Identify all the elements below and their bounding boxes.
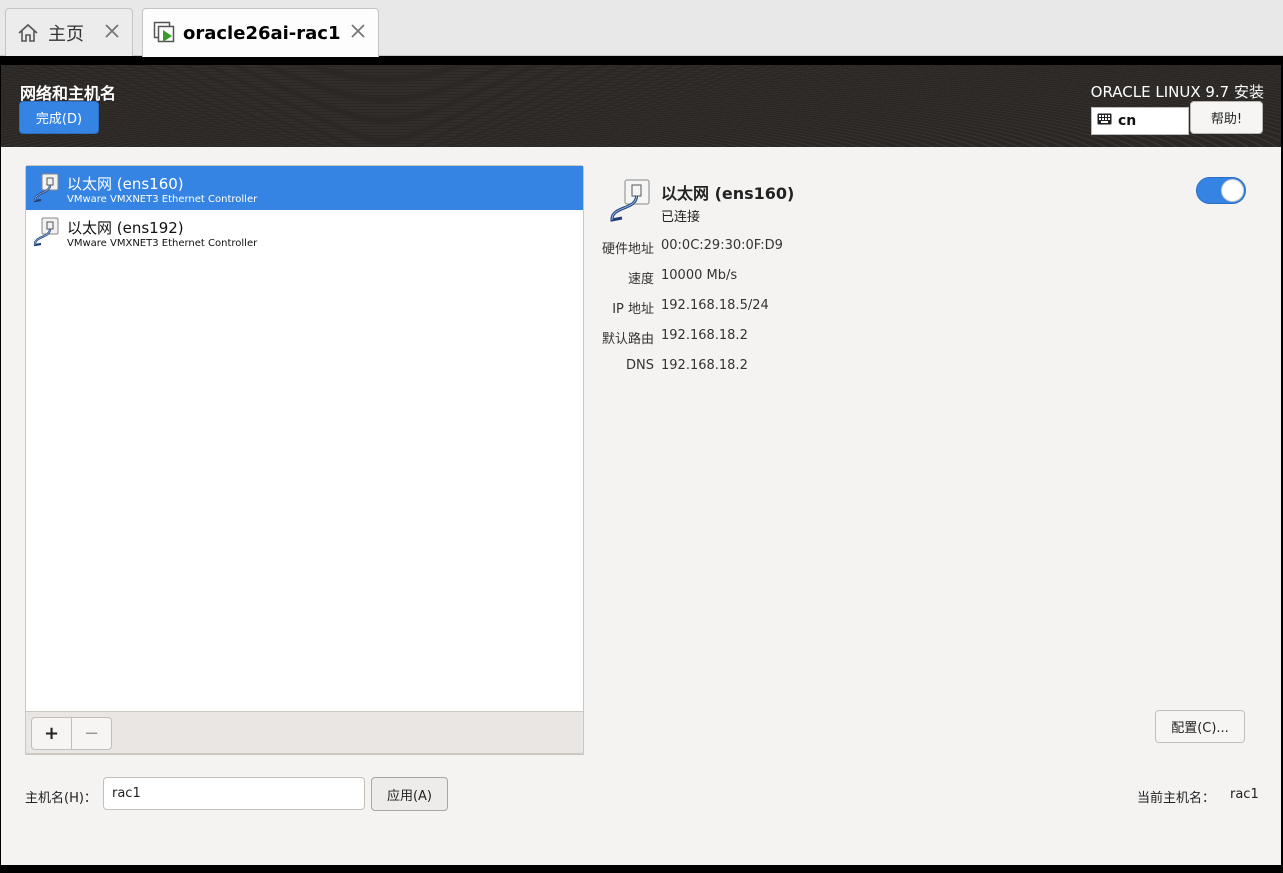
toggle-knob	[1221, 179, 1244, 202]
hw-address-label: 硬件地址	[601, 242, 654, 257]
help-button[interactable]: 帮助!	[1190, 101, 1263, 134]
device-description: VMware VMXNET3 Ethernet Controller	[67, 238, 258, 249]
current-hostname-label: 当前主机名：	[1137, 791, 1216, 806]
tab-home[interactable]: 主页	[5, 8, 133, 56]
done-button[interactable]: 完成(D)	[19, 101, 99, 134]
dns-value: 192.168.18.2	[661, 358, 748, 373]
apply-hostname-button[interactable]: 应用(A)	[371, 777, 448, 811]
device-detail-name: 以太网 (ens160)	[661, 184, 795, 203]
default-route-value: 192.168.18.2	[661, 328, 748, 343]
device-description: VMware VMXNET3 Ethernet Controller	[67, 194, 258, 205]
hw-address-value: 00:0C:29:30:0F:D9	[661, 238, 783, 253]
home-icon	[16, 21, 40, 45]
list-item-ens192[interactable]: 以太网 (ens192) VMware VMXNET3 Ethernet Con…	[26, 210, 583, 254]
speed-label: 速度	[627, 272, 654, 287]
add-device-button[interactable]: +	[31, 717, 72, 750]
configure-button[interactable]: 配置(C)...	[1155, 710, 1245, 743]
tab-strip: 主页 oracle26ai-rac1	[0, 0, 1283, 57]
tab-home-label: 主页	[48, 23, 84, 45]
hostname-input[interactable]	[103, 777, 365, 810]
keyboard-layout-indicator[interactable]: cn	[1091, 107, 1189, 135]
device-name: 以太网 (ens160)	[67, 175, 184, 193]
dns-label: DNS	[626, 358, 654, 373]
device-status: 已连接	[661, 210, 701, 225]
network-device-list: 以太网 (ens160) VMware VMXNET3 Ethernet Con…	[25, 165, 584, 755]
device-list-toolbar: + −	[25, 711, 584, 754]
hostname-label: 主机名(H)：	[25, 791, 97, 806]
keyboard-icon	[1097, 113, 1112, 129]
remove-device-button[interactable]: −	[71, 717, 112, 750]
ethernet-icon	[607, 178, 653, 224]
product-title: ORACLE LINUX 9.7 安装	[1090, 83, 1264, 101]
tab-vm-console[interactable]: oracle26ai-rac1	[142, 8, 379, 57]
ethernet-icon	[31, 172, 61, 204]
close-icon[interactable]	[348, 21, 368, 41]
tab-vm-label: oracle26ai-rac1	[183, 22, 341, 44]
ip-address-value: 192.168.18.5/24	[661, 298, 769, 313]
ethernet-icon	[31, 216, 61, 248]
installer-window: 网络和主机名 完成(D) ORACLE LINUX 9.7 安装 cn 帮助! …	[1, 65, 1281, 865]
default-route-label: 默认路由	[601, 332, 654, 347]
vm-console-icon	[153, 21, 177, 45]
speed-value: 10000 Mb/s	[661, 268, 738, 283]
current-hostname-value: rac1	[1230, 787, 1259, 802]
list-item-ens160[interactable]: 以太网 (ens160) VMware VMXNET3 Ethernet Con…	[26, 166, 583, 210]
ip-address-label: IP 地址	[612, 302, 654, 317]
spoke-header: 网络和主机名 完成(D) ORACLE LINUX 9.7 安装 cn 帮助!	[1, 65, 1281, 147]
device-name: 以太网 (ens192)	[67, 219, 184, 237]
close-icon[interactable]	[102, 21, 122, 41]
device-enable-toggle[interactable]	[1196, 177, 1246, 204]
keyboard-layout-label: cn	[1118, 113, 1137, 129]
